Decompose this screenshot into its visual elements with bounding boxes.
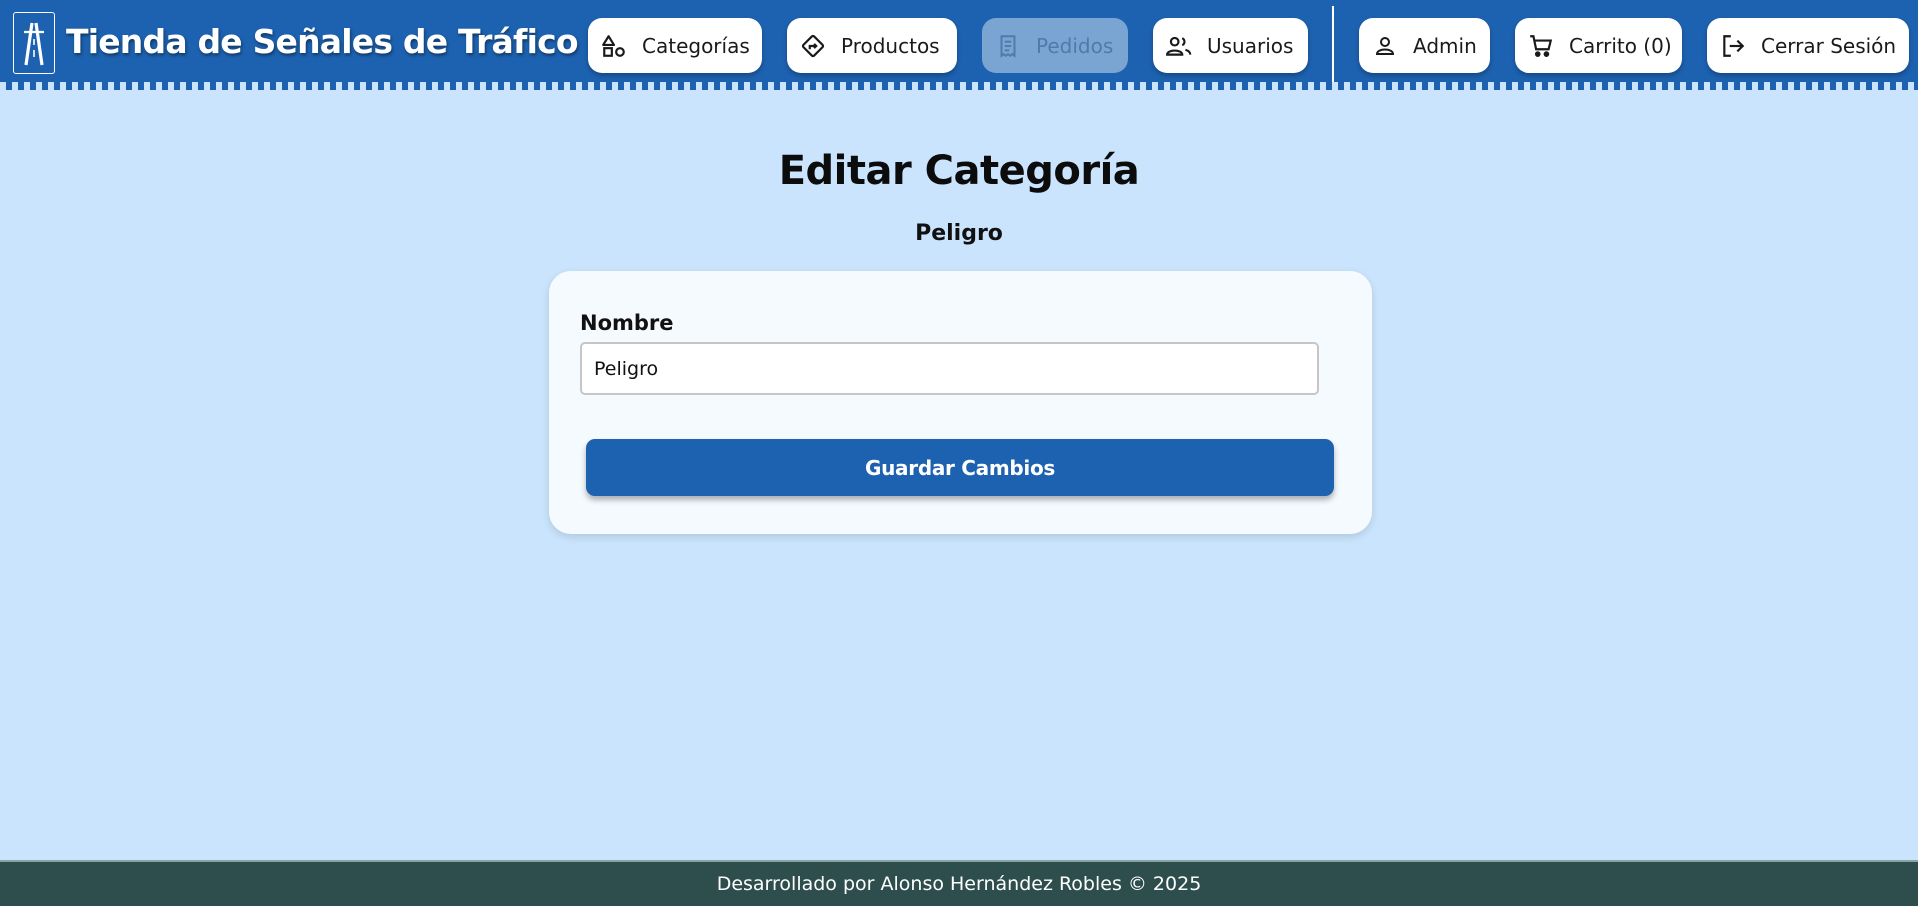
nav-productos-label: Productos: [841, 33, 940, 58]
nav-pedidos-button: Pedidos: [982, 18, 1128, 73]
category-name-subtitle: Peligro: [915, 221, 1003, 246]
nav-productos-button[interactable]: Productos: [787, 18, 957, 73]
logout-label: Cerrar Sesión: [1761, 33, 1897, 58]
nav-categorias-button[interactable]: Categorías: [588, 18, 762, 73]
logout-icon: [1719, 32, 1747, 60]
name-input[interactable]: [580, 342, 1319, 395]
nav-divider: [1332, 6, 1334, 84]
site-title[interactable]: Tienda de Señales de Tráfico: [66, 22, 579, 61]
edit-category-form: Nombre Guardar Cambios: [549, 271, 1372, 534]
nav-carrito-button[interactable]: Carrito (0): [1515, 18, 1682, 73]
receipt-icon: [994, 32, 1022, 60]
nav-pedidos-label: Pedidos: [1036, 33, 1114, 58]
top-navbar: Tienda de Señales de Tráfico Categorías …: [0, 0, 1918, 90]
nav-carrito-label: Carrito (0): [1569, 33, 1672, 58]
person-icon: [1371, 32, 1399, 60]
save-changes-button[interactable]: Guardar Cambios: [586, 439, 1334, 496]
group-icon: [1165, 32, 1193, 60]
page-title: Editar Categoría: [778, 148, 1140, 194]
nav-usuarios-button[interactable]: Usuarios: [1153, 18, 1308, 73]
footer: Desarrollado por Alonso Hernández Robles…: [0, 860, 1918, 906]
name-field-label: Nombre: [580, 311, 674, 335]
nav-categorias-label: Categorías: [642, 33, 750, 58]
nav-usuarios-label: Usuarios: [1207, 33, 1294, 58]
shapes-icon: [600, 32, 628, 60]
nav-admin-button[interactable]: Admin: [1359, 18, 1490, 73]
directions-sign-icon: [799, 32, 827, 60]
highway-logo-icon[interactable]: [13, 12, 55, 74]
footer-credits: Desarrollado por Alonso Hernández Robles…: [716, 873, 1202, 895]
logout-button[interactable]: Cerrar Sesión: [1707, 18, 1909, 73]
cart-icon: [1527, 32, 1555, 60]
nav-admin-label: Admin: [1413, 33, 1477, 58]
